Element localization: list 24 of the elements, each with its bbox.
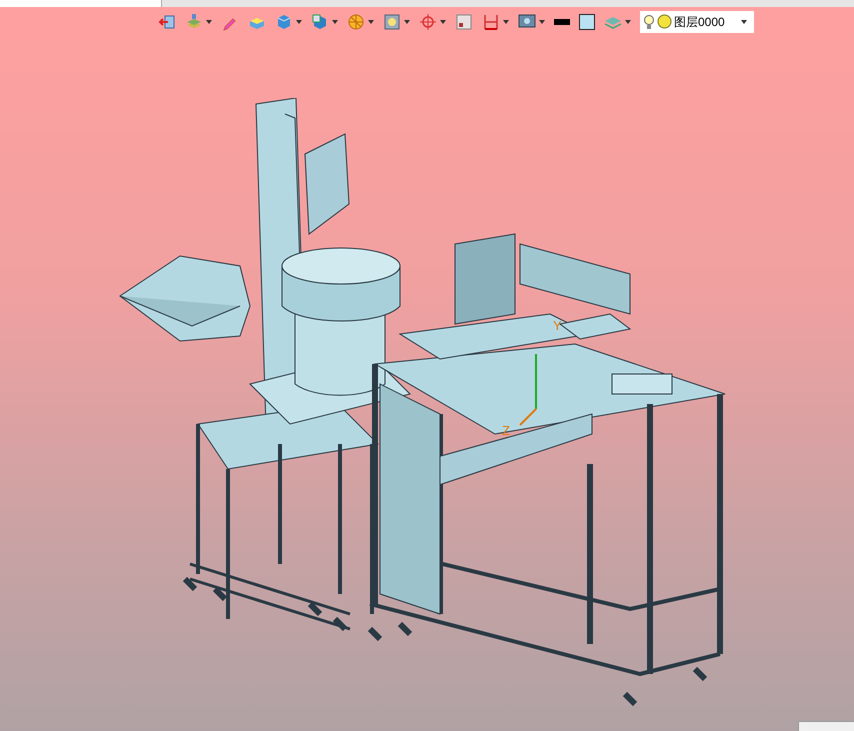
- view-cube-icon[interactable]: [311, 12, 329, 30]
- dropdown-caret-icon[interactable]: [206, 20, 212, 24]
- status-panel: [798, 721, 854, 731]
- frame-icon[interactable]: [455, 12, 473, 30]
- fill-color-icon[interactable]: [579, 14, 595, 30]
- dropdown-caret-icon[interactable]: [539, 20, 545, 24]
- dropdown-caret-icon[interactable]: [503, 20, 509, 24]
- dropdown-caret-icon[interactable]: [296, 20, 302, 24]
- line-color-icon[interactable]: [554, 18, 570, 24]
- dimension-icon[interactable]: [482, 12, 500, 30]
- axis-label: Y: [553, 317, 562, 335]
- display-icon[interactable]: [518, 12, 536, 30]
- zoom-window-icon[interactable]: [383, 12, 401, 30]
- dropdown-caret-icon[interactable]: [332, 20, 338, 24]
- layer-dropdown[interactable]: 图层0000: [640, 10, 754, 32]
- dropdown-caret-icon[interactable]: [404, 20, 410, 24]
- dropdown-caret-icon[interactable]: [368, 20, 374, 24]
- lightbulb-icon: [643, 14, 655, 30]
- dropdown-caret-icon[interactable]: [440, 20, 446, 24]
- exit-icon[interactable]: [158, 12, 176, 30]
- circle-icon: [657, 14, 672, 29]
- dropdown-caret-icon[interactable]: [741, 20, 747, 24]
- layer-name: 图层0000: [674, 14, 725, 30]
- dropdown-caret-icon[interactable]: [625, 20, 631, 24]
